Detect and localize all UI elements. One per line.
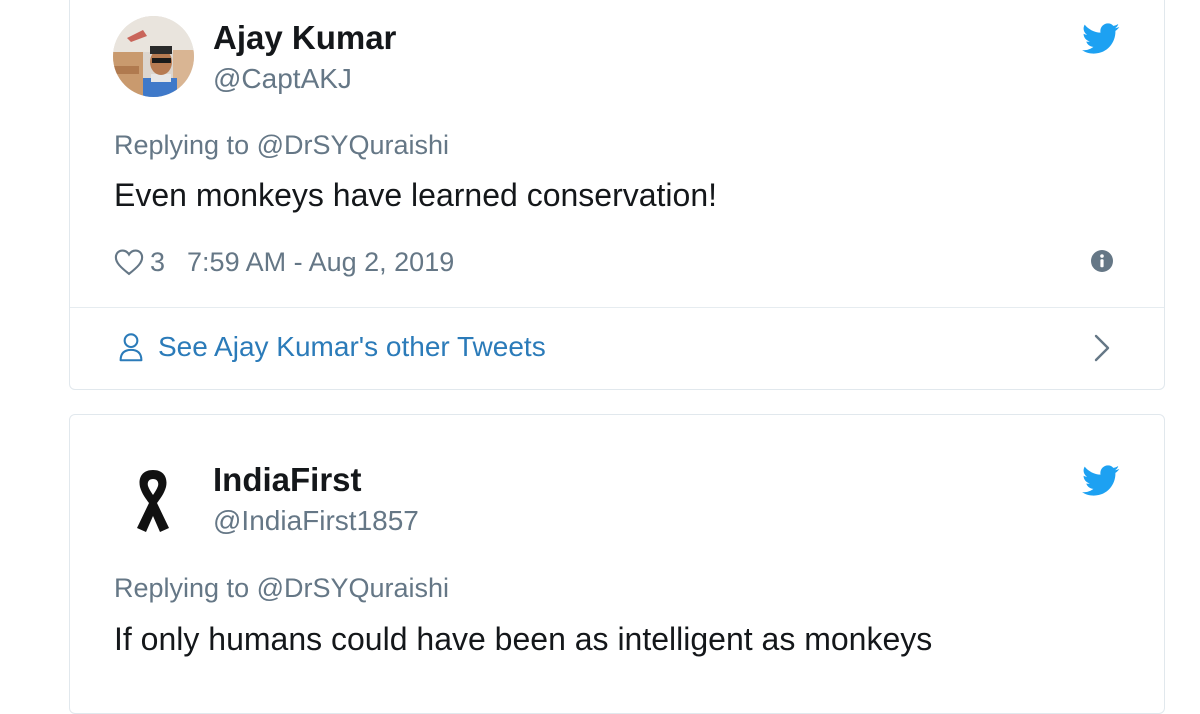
tweet-text: Even monkeys have learned conservation! — [114, 177, 718, 213]
display-name[interactable]: IndiaFirst — [213, 461, 362, 499]
black-ribbon-icon — [137, 470, 169, 532]
tweet-text: If only humans could have been as intell… — [114, 621, 933, 657]
heart-icon[interactable] — [114, 248, 144, 276]
see-other-tweets-label[interactable]: See Ajay Kumar's other Tweets — [158, 331, 546, 363]
tweet-card[interactable]: IndiaFirst @IndiaFirst1857 Replying to @… — [69, 414, 1165, 714]
replying-to[interactable]: Replying to @DrSYQuraishi — [114, 130, 449, 161]
person-icon — [119, 333, 143, 362]
profile-photo — [113, 16, 194, 97]
chevron-right-icon[interactable] — [1093, 333, 1111, 363]
twitter-bird-icon[interactable] — [1082, 23, 1120, 55]
display-name[interactable]: Ajay Kumar — [213, 19, 396, 57]
replying-to[interactable]: Replying to @DrSYQuraishi — [114, 573, 449, 604]
avatar[interactable] — [113, 16, 194, 97]
tweet-meta: 3 7:59 AM - Aug 2, 2019 — [114, 247, 454, 277]
info-icon[interactable] — [1090, 249, 1114, 273]
timestamp[interactable]: 7:59 AM - Aug 2, 2019 — [187, 247, 454, 278]
twitter-bird-icon[interactable] — [1082, 465, 1120, 497]
avatar[interactable] — [113, 460, 194, 541]
tweet-card[interactable]: Ajay Kumar @CaptAKJ Replying to @DrSYQur… — [69, 0, 1165, 390]
see-other-tweets-link[interactable]: See Ajay Kumar's other Tweets — [118, 331, 546, 363]
user-handle[interactable]: @CaptAKJ — [213, 63, 352, 95]
divider — [70, 307, 1164, 308]
like-count: 3 — [150, 246, 166, 277]
user-handle[interactable]: @IndiaFirst1857 — [213, 505, 419, 537]
